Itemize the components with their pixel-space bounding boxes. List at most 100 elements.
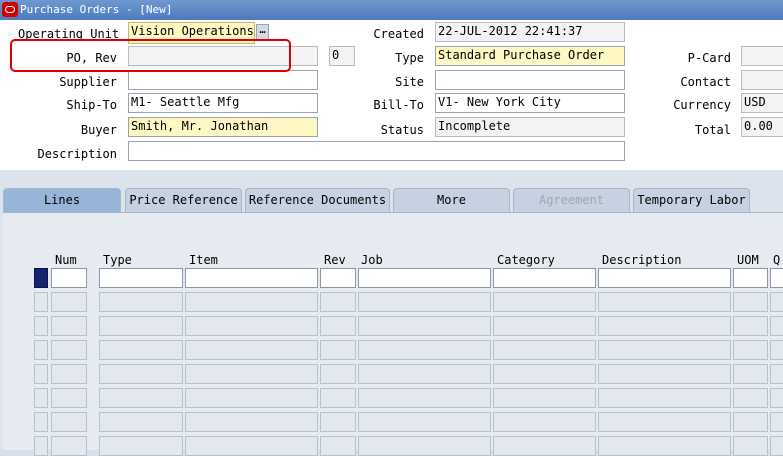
tab-price-reference[interactable]: Price Reference <box>125 188 242 212</box>
line-cell-description[interactable] <box>598 388 731 408</box>
site-field[interactable] <box>435 70 625 90</box>
row-indicator[interactable] <box>34 340 48 360</box>
line-cell-rev[interactable] <box>320 436 356 456</box>
currency-field[interactable]: USD <box>741 93 783 113</box>
line-cell-job[interactable] <box>358 316 491 336</box>
contact-label: Contact <box>680 75 731 89</box>
line-cell-description[interactable] <box>598 436 731 456</box>
line-cell-item[interactable] <box>185 316 318 336</box>
line-cell-quantity[interactable] <box>770 388 783 408</box>
line-cell-description[interactable] <box>598 268 731 288</box>
line-cell-type[interactable] <box>99 436 183 456</box>
line-cell-uom[interactable] <box>733 364 768 384</box>
line-cell-job[interactable] <box>358 292 491 312</box>
line-cell-quantity[interactable] <box>770 436 783 456</box>
line-cell-num[interactable] <box>51 340 87 360</box>
line-cell-category[interactable] <box>493 436 596 456</box>
line-cell-job[interactable] <box>358 412 491 432</box>
line-cell-uom[interactable] <box>733 316 768 336</box>
row-indicator[interactable] <box>34 412 48 432</box>
row-indicator[interactable] <box>34 316 48 336</box>
line-cell-category[interactable] <box>493 388 596 408</box>
line-cell-type[interactable] <box>99 316 183 336</box>
line-cell-rev[interactable] <box>320 292 356 312</box>
line-cell-item[interactable] <box>185 388 318 408</box>
row-indicator[interactable] <box>34 364 48 384</box>
pcard-field[interactable] <box>741 46 783 66</box>
line-cell-category[interactable] <box>493 412 596 432</box>
buyer-field[interactable]: Smith, Mr. Jonathan <box>128 117 318 137</box>
tab-more[interactable]: More <box>393 188 510 212</box>
line-cell-item[interactable] <box>185 292 318 312</box>
line-cell-description[interactable] <box>598 316 731 336</box>
description-field[interactable] <box>128 141 625 161</box>
line-cell-description[interactable] <box>598 292 731 312</box>
tab-lines[interactable]: Lines <box>3 188 121 212</box>
total-field[interactable]: 0.00 <box>741 117 783 137</box>
line-cell-uom[interactable] <box>733 388 768 408</box>
line-cell-num[interactable] <box>51 436 87 456</box>
line-cell-type[interactable] <box>99 412 183 432</box>
line-cell-quantity[interactable] <box>770 364 783 384</box>
line-cell-type[interactable] <box>99 268 183 288</box>
line-cell-category[interactable] <box>493 268 596 288</box>
line-cell-type[interactable] <box>99 292 183 312</box>
line-cell-num[interactable] <box>51 412 87 432</box>
line-cell-item[interactable] <box>185 268 318 288</box>
line-cell-job[interactable] <box>358 436 491 456</box>
line-cell-category[interactable] <box>493 292 596 312</box>
row-indicator[interactable] <box>34 292 48 312</box>
line-cell-quantity[interactable] <box>770 412 783 432</box>
line-cell-quantity[interactable] <box>770 316 783 336</box>
line-cell-quantity[interactable] <box>770 340 783 360</box>
line-cell-item[interactable] <box>185 340 318 360</box>
row-indicator[interactable] <box>34 388 48 408</box>
row-indicator[interactable] <box>34 268 48 288</box>
line-cell-uom[interactable] <box>733 292 768 312</box>
line-cell-item[interactable] <box>185 412 318 432</box>
line-cell-rev[interactable] <box>320 412 356 432</box>
row-indicator[interactable] <box>34 436 48 456</box>
line-cell-job[interactable] <box>358 364 491 384</box>
line-cell-rev[interactable] <box>320 364 356 384</box>
tab-reference-documents[interactable]: Reference Documents <box>245 188 390 212</box>
line-cell-type[interactable] <box>99 388 183 408</box>
line-cell-rev[interactable] <box>320 316 356 336</box>
line-cell-description[interactable] <box>598 412 731 432</box>
line-cell-job[interactable] <box>358 340 491 360</box>
bill-to-field[interactable]: V1- New York City <box>435 93 625 113</box>
line-cell-description[interactable] <box>598 340 731 360</box>
line-cell-job[interactable] <box>358 268 491 288</box>
type-field[interactable]: Standard Purchase Order <box>435 46 625 66</box>
line-cell-uom[interactable] <box>733 340 768 360</box>
line-cell-item[interactable] <box>185 364 318 384</box>
line-cell-num[interactable] <box>51 364 87 384</box>
supplier-field[interactable] <box>128 70 318 90</box>
line-cell-job[interactable] <box>358 388 491 408</box>
line-cell-uom[interactable] <box>733 436 768 456</box>
line-cell-type[interactable] <box>99 364 183 384</box>
created-field[interactable]: 22-JUL-2012 22:41:37 <box>435 22 625 42</box>
line-cell-rev[interactable] <box>320 340 356 360</box>
status-field[interactable]: Incomplete <box>435 117 625 137</box>
line-cell-type[interactable] <box>99 340 183 360</box>
contact-field[interactable] <box>741 70 783 90</box>
ship-to-field[interactable]: M1- Seattle Mfg <box>128 93 318 113</box>
line-cell-num[interactable] <box>51 292 87 312</box>
created-label: Created <box>373 27 424 41</box>
line-cell-rev[interactable] <box>320 388 356 408</box>
line-cell-num[interactable] <box>51 268 87 288</box>
line-cell-quantity[interactable] <box>770 292 783 312</box>
line-cell-uom[interactable] <box>733 412 768 432</box>
line-cell-num[interactable] <box>51 388 87 408</box>
tab-temporary-labor[interactable]: Temporary Labor <box>633 188 750 212</box>
line-cell-uom[interactable] <box>733 268 768 288</box>
line-cell-item[interactable] <box>185 436 318 456</box>
line-cell-category[interactable] <box>493 364 596 384</box>
line-cell-quantity[interactable] <box>770 268 783 288</box>
line-cell-description[interactable] <box>598 364 731 384</box>
line-cell-num[interactable] <box>51 316 87 336</box>
line-cell-category[interactable] <box>493 340 596 360</box>
line-cell-category[interactable] <box>493 316 596 336</box>
line-cell-rev[interactable] <box>320 268 356 288</box>
